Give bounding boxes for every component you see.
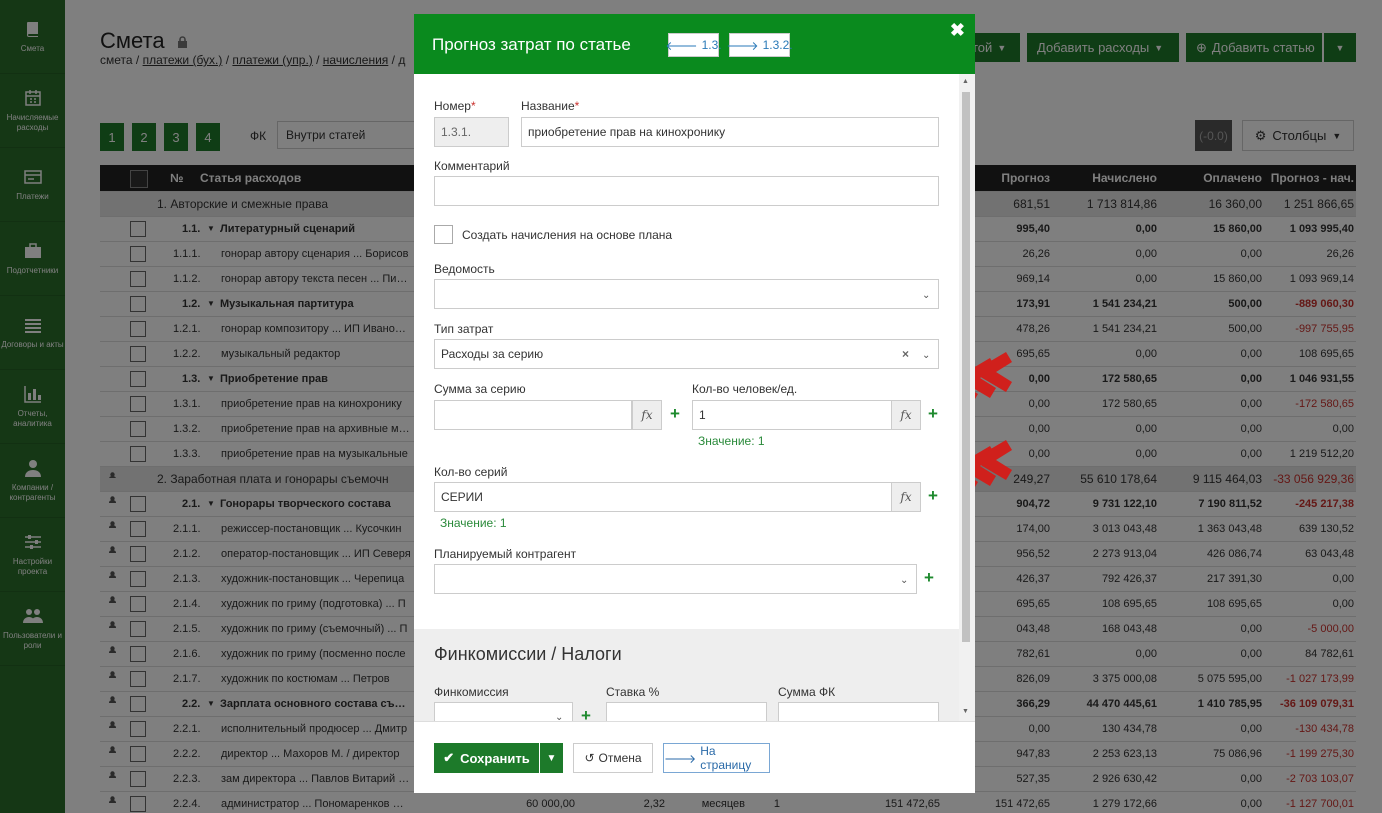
close-icon[interactable]: ✖: [950, 20, 965, 41]
plus-icon[interactable]: +: [927, 405, 939, 422]
fincom-label: Финкомиссия: [434, 685, 509, 699]
required-mark: *: [574, 99, 580, 113]
contractor-select[interactable]: [434, 564, 917, 594]
scroll-up-icon[interactable]: ▲: [962, 78, 969, 85]
to-page-button[interactable]: 🡒 На страницу: [663, 743, 770, 773]
plus-icon[interactable]: +: [669, 405, 681, 422]
cancel-button[interactable]: ↺ Отмена: [573, 743, 653, 773]
to-page-label: На страницу: [700, 744, 752, 772]
series-count-hint: Значение: 1: [440, 516, 507, 530]
fincom-select[interactable]: [434, 702, 573, 721]
number-label-text: Номер: [434, 99, 471, 113]
nav-next-button[interactable]: 🡒 1.3.2.: [726, 33, 793, 57]
people-count-field[interactable]: 1: [692, 400, 892, 430]
forecast-modal: Прогноз затрат по статье 🡐 1.3. 🡒 1.3.2. ✖…: [414, 14, 975, 793]
arrow-right-icon: 🡒: [664, 751, 697, 766]
plus-icon[interactable]: +: [927, 487, 939, 504]
formula-button[interactable]: fx: [891, 482, 921, 512]
cost-type-select[interactable]: Расходы за серию: [434, 339, 939, 369]
formula-button[interactable]: fx: [891, 400, 921, 430]
rate-label: Ставка %: [606, 685, 660, 699]
fk-sum-label: Сумма ФК: [778, 685, 836, 699]
sum-per-series-label: Сумма за серию: [434, 382, 526, 396]
save-label: Сохранить: [460, 750, 530, 766]
required-mark: *: [470, 99, 476, 113]
people-count-hint: Значение: 1: [698, 434, 765, 448]
name-field[interactable]: приобретение прав на кинохронику: [521, 117, 939, 147]
chevron-down-icon: ⌄: [900, 575, 909, 586]
modal-footer: ✔ Сохранить ▼ ↺ Отмена 🡒 На страницу: [414, 721, 975, 793]
scroll-down-icon[interactable]: ▼: [962, 708, 969, 715]
clear-icon[interactable]: ×: [902, 347, 909, 361]
plus-icon[interactable]: +: [580, 707, 592, 721]
modal-title: Прогноз затрат по статье: [432, 35, 631, 54]
chevron-down-icon: ⌄: [555, 712, 564, 721]
rate-field[interactable]: [606, 702, 767, 721]
plus-icon[interactable]: +: [923, 569, 935, 586]
contractor-label: Планируемый контрагент: [434, 547, 577, 561]
app-root: СметаНачисляемые расходыПлатежиПодотчетн…: [0, 0, 1382, 813]
comment-field[interactable]: [434, 176, 939, 206]
modal-header: Прогноз затрат по статье 🡐 1.3. 🡒 1.3.2. ✖: [414, 14, 975, 74]
create-accruals-label[interactable]: Создать начисления на основе плана: [462, 228, 672, 242]
series-count-field[interactable]: СЕРИИ: [434, 482, 892, 512]
fk-sum-field[interactable]: [778, 702, 939, 721]
save-button[interactable]: ✔ Сохранить: [434, 743, 539, 773]
name-label-text: Название: [521, 99, 575, 113]
name-label: Название*: [521, 99, 579, 113]
number-label: Номер*: [434, 99, 476, 113]
statement-select[interactable]: [434, 279, 939, 309]
undo-icon: ↺: [584, 751, 595, 765]
cancel-label: Отмена: [598, 751, 642, 765]
statement-label: Ведомость: [434, 262, 495, 276]
comment-label: Комментарий: [434, 159, 510, 173]
people-count-label: Кол-во человек/ед.: [692, 382, 798, 396]
sum-per-series-field[interactable]: [434, 400, 632, 430]
modal-body: Номер* 1.3.1. Название* приобретение пра…: [414, 74, 975, 721]
nav-prev-button[interactable]: 🡐 1.3.: [665, 33, 722, 57]
save-dropdown-button[interactable]: ▼: [540, 743, 563, 773]
modal-scrollbar-thumb[interactable]: [962, 92, 970, 642]
fin-commission-section: Финкомиссии / Налоги Финкомиссия ⌄ + Ста…: [414, 629, 959, 721]
fin-commission-title: Финкомиссии / Налоги: [434, 644, 622, 664]
arrow-right-icon: 🡒: [726, 38, 759, 53]
chevron-down-icon: ⌄: [922, 290, 931, 301]
number-field: 1.3.1.: [434, 117, 509, 147]
create-accruals-checkbox[interactable]: [434, 225, 453, 244]
nav-next-label: 1.3.2.: [762, 38, 793, 52]
formula-button[interactable]: fx: [632, 400, 662, 430]
chevron-down-icon: ⌄: [922, 350, 931, 361]
series-count-label: Кол-во серий: [434, 465, 508, 479]
arrow-left-icon: 🡐: [665, 38, 698, 53]
nav-prev-label: 1.3.: [701, 38, 722, 52]
chevron-down-icon: ▼: [546, 752, 557, 764]
cost-type-value: Расходы за серию: [441, 347, 544, 361]
check-icon: ✔: [443, 750, 455, 765]
cost-type-label: Тип затрат: [434, 322, 494, 336]
